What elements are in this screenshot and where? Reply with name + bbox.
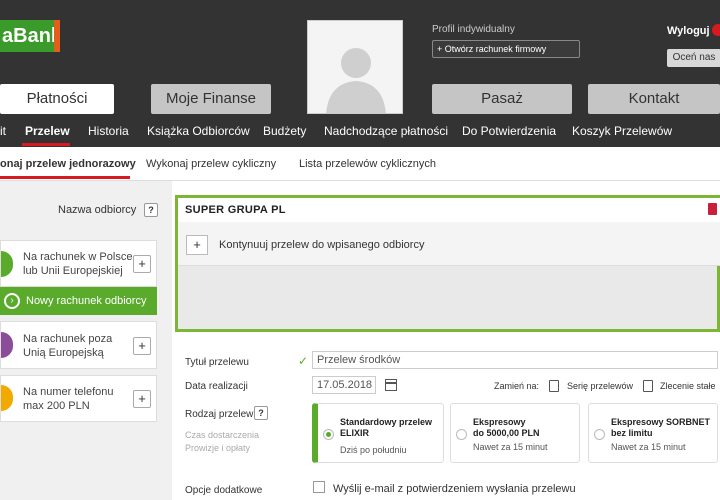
card-outside-eu[interactable]: Na rachunek poza Unią Europejską + [0,321,157,369]
radio-unselected[interactable] [456,429,467,440]
transfer-name: Standardowy przelew ELIXIR [340,417,433,438]
subnav-item-historia[interactable]: Historia [88,124,129,138]
series-transfer-link[interactable]: Serię przelewów [567,381,633,391]
subnav-item-przelew[interactable]: Przelew [25,124,70,138]
email-confirmation-label: Wyślij e-mail z potwierdzeniem wysłania … [333,483,576,495]
radio-unselected[interactable] [594,429,605,440]
recipient-name-label: Nazwa odbiorcy [58,204,137,216]
calendar-icon[interactable] [385,379,397,391]
phone-icon [1,385,13,411]
active-subnav-indicator [22,143,70,146]
logo-text: aBank [2,25,60,47]
bank-logo[interactable]: aBank [0,20,60,52]
title-label: Tytuł przelewu [185,357,249,368]
nav-contact[interactable]: Kontakt [588,84,720,114]
help-button[interactable]: ? [144,203,158,217]
power-icon[interactable] [712,24,720,36]
globe-icon [1,332,13,358]
subnav-item-nadchodzace[interactable]: Nadchodzące płatności [324,124,448,138]
new-recipient-account-button[interactable]: Nowy rachunek odbiorcy [0,287,157,315]
transfer-name: Ekspresowy do 5000,00 PLN [473,417,540,438]
add-foreign-button[interactable]: + [133,337,151,355]
nav-pasaz[interactable]: Pasaż [432,84,572,114]
standing-order-link[interactable]: Zlecenie stałe [660,381,716,391]
plus-icon: + [437,44,445,54]
open-business-account-button[interactable]: + Otwórz rachunek firmowy [432,40,580,58]
arrow-right-icon: › [4,293,20,309]
suggestion-label[interactable]: Kontynuuj przelew do wpisanego odbiorcy [219,239,424,251]
transfer-type-sorbnet[interactable]: Ekspresowy SORBNET bez limitu Nawet za 15… [588,403,718,463]
check-icon: ✓ [298,354,309,368]
person-icon [1,251,13,277]
transfer-name: Ekspresowy SORBNET bez limitu [611,417,711,438]
recipient-input-value[interactable]: SUPER GRUPA PL [185,204,286,216]
nav-my-finances[interactable]: Moje Finanse [151,84,271,114]
tab-one-time-transfer[interactable]: onaj przelew jednorazowy [0,158,136,170]
card-domestic-eu[interactable]: Na rachunek w Polsce lub Unii Europejskie… [0,240,157,287]
transfer-when: Dziś po południu [340,445,407,455]
transfer-type-label: Rodzaj przelewu [185,409,259,420]
date-label: Data realizacji [185,381,248,392]
date-input[interactable]: 17.05.2018 [312,376,376,394]
subnav-item-do-potwierdzenia[interactable]: Do Potwierdzenia [462,124,556,138]
card-domestic-eu-label: Na rachunek w Polsce lub Unii Europejskie… [23,251,133,277]
add-domestic-button[interactable]: + [133,255,151,273]
card-phone-transfer[interactable]: Na numer telefonu max 200 PLN + [0,375,157,422]
radio-selected[interactable] [323,429,334,440]
delivery-time-label: Czas dostarczenia [185,430,260,440]
star-icon[interactable] [643,380,653,392]
transfer-type-express[interactable]: Ekspresowy do 5000,00 PLN Nawet za 15 min… [450,403,580,463]
title-input[interactable]: Przelew środków [312,351,718,369]
avatar[interactable] [307,20,403,114]
active-tab-indicator [0,176,130,179]
email-confirmation-checkbox[interactable] [313,481,325,493]
book-icon[interactable] [708,203,717,215]
transfer-when: Nawet za 15 minut [473,442,548,452]
subnav-item-ksiazka-odbiorcow[interactable]: Książka Odbiorców [147,124,250,138]
add-phone-button[interactable]: + [133,390,151,408]
additional-options-label: Opcje dodatkowe [185,485,263,496]
user-silhouette-icon [326,48,386,113]
nav-payments[interactable]: Płatności [0,84,114,114]
fees-label: Prowizje i opłaty [185,443,251,453]
tab-recurring-list[interactable]: Lista przelewów cyklicznych [299,158,436,170]
help-button[interactable]: ? [254,406,268,420]
list-icon[interactable] [549,380,559,392]
tab-recurring-transfer[interactable]: Wykonaj przelew cykliczny [146,158,276,170]
rate-us-button[interactable]: Oceń nas [667,49,720,67]
subnav-item-budzety[interactable]: Budżety [263,124,306,138]
transfer-when: Nawet za 15 minut [611,442,686,452]
profile-type-label: Profil indywidualny [432,24,515,35]
swap-label: Zamień na: [494,381,540,391]
subnav-item-koszyk[interactable]: Koszyk Przelewów [572,124,672,138]
card-phone-label: Na numer telefonu max 200 PLN [23,386,114,412]
subnav-item-truncated[interactable]: it [0,124,6,138]
logout-link[interactable]: Wyloguj [667,25,710,37]
card-outside-eu-label: Na rachunek poza Unią Europejską [23,333,113,359]
transfer-type-standard[interactable]: Standardowy przelew ELIXIR Dziś po połudn… [312,403,444,463]
plus-icon[interactable]: + [186,235,208,255]
